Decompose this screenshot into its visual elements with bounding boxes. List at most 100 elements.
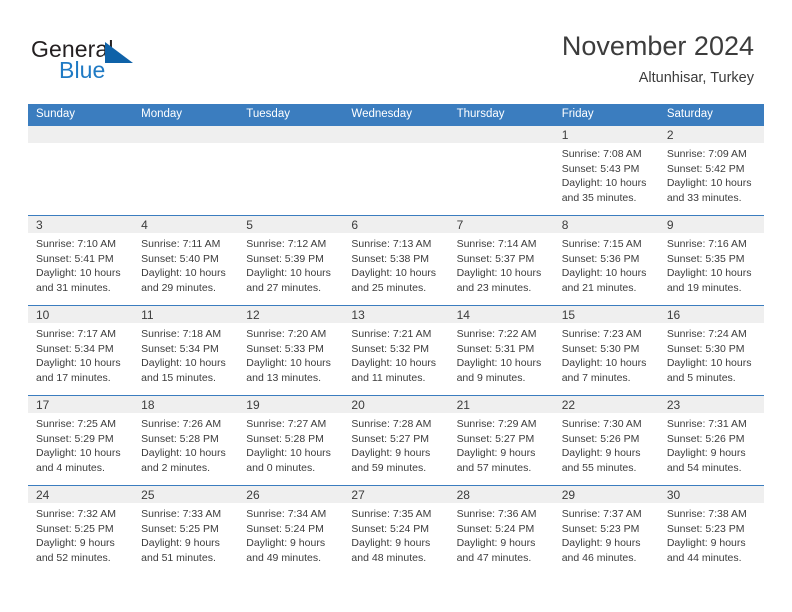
calendar-day-cell[interactable]: 22 Sunrise: 7:30 AM Sunset: 5:26 PM Dayligh… <box>553 396 659 485</box>
day-details: Sunrise: 7:23 AM Sunset: 5:30 PM Daylight:… <box>554 323 659 385</box>
sunrise-text: Sunrise: 7:15 AM <box>561 238 642 250</box>
day-details: Sunrise: 7:20 AM Sunset: 5:33 PM Daylight:… <box>238 323 343 385</box>
calendar-day-cell[interactable]: 15 Sunrise: 7:23 AM Sunset: 5:30 PM Dayligh… <box>553 306 659 395</box>
calendar-week-row: 10 Sunrise: 7:17 AM Sunset: 5:34 PM Dayligh… <box>28 305 764 395</box>
day-number-band <box>238 126 344 143</box>
daylight-text: Daylight: 9 hours and 51 minutes. <box>141 537 220 564</box>
day-number: 2 <box>666 128 674 142</box>
sunset-text: Sunset: 5:42 PM <box>666 162 745 175</box>
sunset-text: Sunset: 5:40 PM <box>141 252 219 265</box>
calendar-day-cell[interactable]: 8 Sunrise: 7:15 AM Sunset: 5:36 PM Daylight… <box>553 216 659 305</box>
day-details: Sunrise: 7:13 AM Sunset: 5:38 PM Daylight:… <box>343 233 448 295</box>
weekday-header-row: Sunday Monday Tuesday Wednesday Thursday Frid… <box>28 104 764 125</box>
sunset-text: Sunset: 5:37 PM <box>456 252 535 265</box>
daylight-text: Daylight: 10 hours and 4 minutes. <box>36 447 121 474</box>
weekday-header-sunday: Sunday <box>36 108 76 120</box>
sunset-text: Sunset: 5:29 PM <box>36 432 114 445</box>
calendar-day-cell[interactable]: 26 Sunrise: 7:34 AM Sunset: 5:24 PM Dayligh… <box>238 486 344 575</box>
day-number: 27 <box>351 488 365 502</box>
weekday-header-monday: Monday <box>141 108 183 120</box>
calendar-day-cell[interactable]: 21 Sunrise: 7:29 AM Sunset: 5:27 PM Dayligh… <box>448 396 554 485</box>
day-number: 9 <box>666 218 674 232</box>
day-number: 26 <box>246 488 260 502</box>
calendar-day-cell[interactable]: 9 Sunrise: 7:16 AM Sunset: 5:35 PM Daylight… <box>658 216 764 305</box>
daylight-text: Daylight: 9 hours and 55 minutes. <box>561 447 641 474</box>
calendar-day-cell[interactable]: 10 Sunrise: 7:17 AM Sunset: 5:34 PM Dayligh… <box>28 306 134 395</box>
day-number-band: 26 <box>238 486 344 503</box>
day-number: 5 <box>246 218 253 232</box>
calendar-day-cell[interactable]: 11 Sunrise: 7:18 AM Sunset: 5:34 PM Dayligh… <box>133 306 239 395</box>
daylight-text: Daylight: 9 hours and 48 minutes. <box>351 537 431 564</box>
daylight-text: Daylight: 9 hours and 59 minutes. <box>351 447 431 474</box>
calendar-day-cell[interactable]: 18 Sunrise: 7:26 AM Sunset: 5:28 PM Dayligh… <box>133 396 239 485</box>
weekday-header-thursday: Thursday <box>456 108 505 120</box>
day-number-band: 9 <box>658 216 764 233</box>
day-number-band <box>448 126 554 143</box>
sunset-text: Sunset: 5:25 PM <box>141 522 219 535</box>
calendar-day-cell[interactable]: 3 Sunrise: 7:10 AM Sunset: 5:41 PM Daylight… <box>28 216 134 305</box>
calendar-day-cell-empty <box>133 126 239 215</box>
sunset-text: Sunset: 5:34 PM <box>36 342 114 355</box>
day-details: Sunrise: 7:14 AM Sunset: 5:37 PM Daylight:… <box>449 233 554 295</box>
page-header: General Blue November 2024 Altunhisar, T… <box>0 0 792 104</box>
daylight-text: Daylight: 9 hours and 54 minutes. <box>666 447 746 474</box>
sunrise-text: Sunrise: 7:26 AM <box>141 418 222 430</box>
sunrise-text: Sunrise: 7:11 AM <box>141 238 221 250</box>
page-title: November 2024 <box>561 31 754 61</box>
day-details: Sunrise: 7:25 AM Sunset: 5:29 PM Daylight:… <box>28 413 133 475</box>
calendar-day-cell[interactable]: 19 Sunrise: 7:27 AM Sunset: 5:28 PM Dayligh… <box>238 396 344 485</box>
calendar-day-cell[interactable]: 5 Sunrise: 7:12 AM Sunset: 5:39 PM Daylight… <box>238 216 344 305</box>
daylight-text: Daylight: 10 hours and 0 minutes. <box>246 447 331 474</box>
day-number: 19 <box>246 398 260 412</box>
calendar-day-cell[interactable]: 29 Sunrise: 7:37 AM Sunset: 5:23 PM Dayligh… <box>553 486 659 575</box>
calendar-day-cell[interactable]: 23 Sunrise: 7:31 AM Sunset: 5:26 PM Dayligh… <box>658 396 764 485</box>
calendar-week-row: 17 Sunrise: 7:25 AM Sunset: 5:29 PM Dayligh… <box>28 395 764 485</box>
calendar-day-cell[interactable]: 28 Sunrise: 7:36 AM Sunset: 5:24 PM Dayligh… <box>448 486 554 575</box>
day-number-band: 30 <box>658 486 764 503</box>
calendar-day-cell[interactable]: 1 Sunrise: 7:08 AM Sunset: 5:43 PM Daylight… <box>553 126 659 215</box>
calendar-day-cell[interactable]: 12 Sunrise: 7:20 AM Sunset: 5:33 PM Dayligh… <box>238 306 344 395</box>
day-details: Sunrise: 7:18 AM Sunset: 5:34 PM Daylight:… <box>133 323 238 385</box>
sunrise-text: Sunrise: 7:17 AM <box>36 328 116 340</box>
sunrise-text: Sunrise: 7:30 AM <box>561 418 642 430</box>
day-number: 15 <box>561 308 576 322</box>
sunset-text: Sunset: 5:27 PM <box>351 432 430 445</box>
daylight-text: Daylight: 10 hours and 7 minutes. <box>561 357 647 384</box>
sunset-text: Sunset: 5:24 PM <box>456 522 535 535</box>
calendar-day-cell-empty <box>343 126 449 215</box>
calendar-day-cell[interactable]: 2 Sunrise: 7:09 AM Sunset: 5:42 PM Daylight… <box>658 126 764 215</box>
day-number-band: 2 <box>658 126 764 143</box>
calendar-day-cell[interactable]: 17 Sunrise: 7:25 AM Sunset: 5:29 PM Dayligh… <box>28 396 134 485</box>
day-number: 1 <box>561 128 569 142</box>
sunset-text: Sunset: 5:23 PM <box>561 522 640 535</box>
calendar-day-cell[interactable]: 16 Sunrise: 7:24 AM Sunset: 5:30 PM Dayligh… <box>658 306 764 395</box>
sunset-text: Sunset: 5:41 PM <box>36 252 114 265</box>
calendar-day-cell[interactable]: 30 Sunrise: 7:38 AM Sunset: 5:23 PM Dayligh… <box>658 486 764 575</box>
sunset-text: Sunset: 5:36 PM <box>561 252 640 265</box>
day-number: 14 <box>456 308 470 322</box>
daylight-text: Daylight: 10 hours and 13 minutes. <box>246 357 331 384</box>
calendar-day-cell[interactable]: 25 Sunrise: 7:33 AM Sunset: 5:25 PM Dayligh… <box>133 486 239 575</box>
sunset-text: Sunset: 5:24 PM <box>246 522 324 535</box>
daylight-text: Daylight: 9 hours and 47 minutes. <box>456 537 536 564</box>
calendar-day-cell[interactable]: 4 Sunrise: 7:11 AM Sunset: 5:40 PM Daylight… <box>133 216 239 305</box>
day-number-band <box>343 126 449 143</box>
calendar-day-cell[interactable]: 14 Sunrise: 7:22 AM Sunset: 5:31 PM Dayligh… <box>448 306 554 395</box>
calendar-week-row: 1 Sunrise: 7:08 AM Sunset: 5:43 PM Daylight… <box>28 125 764 215</box>
sunset-text: Sunset: 5:39 PM <box>246 252 324 265</box>
calendar-day-cell[interactable]: 13 Sunrise: 7:21 AM Sunset: 5:32 PM Dayligh… <box>343 306 449 395</box>
general-blue-logo[interactable]: General Blue <box>31 36 171 88</box>
day-number-band: 6 <box>343 216 449 233</box>
calendar-day-cell[interactable]: 7 Sunrise: 7:14 AM Sunset: 5:37 PM Daylight… <box>448 216 554 305</box>
day-number: 12 <box>246 308 260 322</box>
daylight-text: Daylight: 9 hours and 46 minutes. <box>561 537 641 564</box>
day-details: Sunrise: 7:08 AM Sunset: 5:43 PM Daylight:… <box>554 143 659 205</box>
daylight-text: Daylight: 9 hours and 49 minutes. <box>246 537 326 564</box>
calendar-day-cell[interactable]: 24 Sunrise: 7:32 AM Sunset: 5:25 PM Dayligh… <box>28 486 134 575</box>
calendar-day-cell[interactable]: 20 Sunrise: 7:28 AM Sunset: 5:27 PM Dayligh… <box>343 396 449 485</box>
sunrise-text: Sunrise: 7:36 AM <box>456 508 537 520</box>
daylight-text: Daylight: 10 hours and 11 minutes. <box>351 357 437 384</box>
calendar-day-cell[interactable]: 6 Sunrise: 7:13 AM Sunset: 5:38 PM Daylight… <box>343 216 449 305</box>
day-number: 10 <box>36 308 50 322</box>
calendar-day-cell[interactable]: 27 Sunrise: 7:35 AM Sunset: 5:24 PM Dayligh… <box>343 486 449 575</box>
